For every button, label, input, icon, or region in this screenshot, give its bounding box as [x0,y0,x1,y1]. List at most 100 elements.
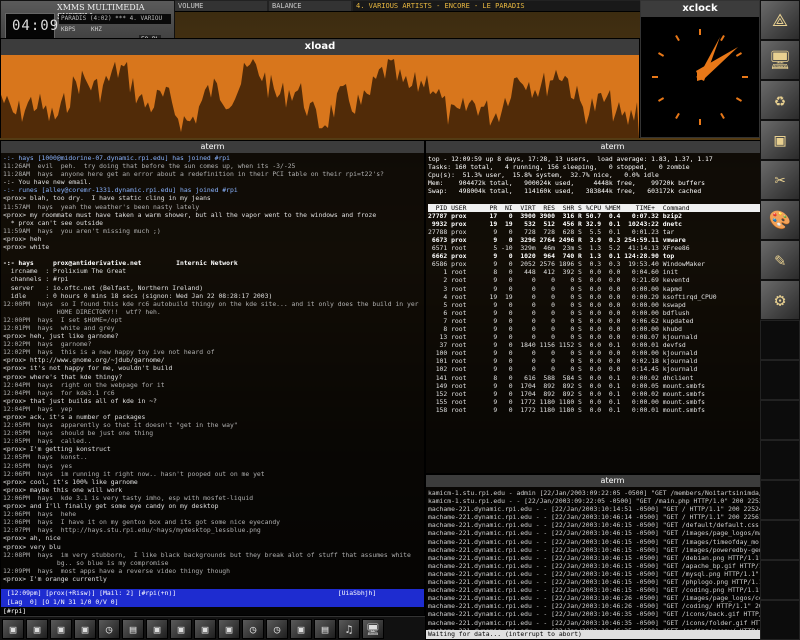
irc-line: <prox> my roommate must have taken a war… [3,210,377,219]
access-log-line: machame-221.dynamic.rpi.edu - - [22/Jan/… [428,561,797,570]
aterm-top-window[interactable]: aterm top - 12:09:59 up 8 days, 17:28, 1… [425,140,800,474]
irc-lag-bar: [Lag 0] [O 1/N 31 1/0 0/V 0] [1,598,424,607]
task-terminal-icon[interactable]: ▣ [218,619,240,639]
access-log-line: kamicm-1.stu.rpi.edu - admin [22/Jan/200… [428,489,797,497]
top-summary-line: Mem: 904472k total, 900024k used, 4448k … [428,179,706,188]
process-row: 5 root 9 0 0 0 0 S 0.0 0.0 0:00.00 kswap… [428,300,686,309]
task-media-icon[interactable]: ♫ [338,619,360,639]
access-log-line: machame-221.dynamic.rpi.edu - - [22/Jan/… [428,594,794,603]
irc-line: 12:05PM hays called.. [3,437,92,446]
aterm-log-window[interactable]: aterm kamicm-1.stu.rpi.edu - admin [22/J… [425,474,800,640]
xload-titlebar[interactable]: xload [1,39,639,55]
aterm-titlebar[interactable]: aterm [426,475,799,487]
process-row: 37 root 9 0 1840 1156 1152 S 0.0 0.1 0:0… [428,341,686,350]
xmms-time-display[interactable]: 04:09 [5,13,58,39]
xmms-track-name: PARADIS (4:02) *** 4. VARIOU [59,14,171,24]
irc-line: 12:01PM hays white and grey [3,323,115,332]
scissors-icon[interactable]: ✂ [760,160,800,200]
clock-face [652,29,748,125]
irc-line: <prox> it's not happy for me, wouldn't b… [3,364,173,373]
xmms-kbps: KBPS [61,26,76,33]
irc-line: 12:06PM hays hehe [3,510,77,519]
irc-line: 12:08PM hays im very stubborn, I like bl… [3,550,411,559]
empty-dock-slot [760,400,800,440]
aterm-titlebar[interactable]: aterm [426,141,799,153]
aterm-irc-window[interactable]: aterm -:- hays [1000@midorine-07.dynamic… [0,140,425,616]
access-log-line: machame-221.dynamic.rpi.edu - - [22/Jan/… [428,602,797,611]
process-row: 6586 prox 9 0 2052 2576 1896 S 0.3 0.3 1… [428,260,706,269]
irc-line: -:- You have new email. [3,178,92,187]
palette-icon[interactable]: 🎨 [760,200,800,240]
irc-line: 12:06PM hays I have it on my gentoo box … [3,518,281,527]
process-row: 3 root 9 0 0 0 0 S 0.0 0.0 0:00.00 kapmd [428,284,682,293]
xload-graph [1,55,639,138]
editor-icon[interactable]: ✎ [760,240,800,280]
process-row: 158 root 9 0 1772 1180 1180 S 0.0 0.1 0:… [428,405,706,414]
access-log-line: machame-221.dynamic.rpi.edu - - [22/Jan/… [428,578,797,587]
task-clock-icon[interactable]: ◷ [98,619,120,639]
irc-input-line[interactable]: [#rpi] [1,607,424,615]
xmms-status-strip: VOLUME BALANCE 4. VARIOUS ARTISTS - ENCO… [175,0,640,12]
top-summary-line: Swap: 498004k total, 114160k used, 38384… [428,187,702,196]
process-row: 149 root 9 0 1704 892 892 S 0.0 0.1 0:00… [428,381,706,390]
task-terminal-icon[interactable]: ▣ [170,619,192,639]
volume-slider[interactable]: VOLUME [175,1,267,11]
network-icon[interactable]: ⚙ [760,280,800,320]
irc-line: 12:02PM hays this is a new happy toy ive… [3,348,215,357]
task-terminal-icon[interactable]: ▣ [146,619,168,639]
irc-line: <prox> very blu [3,542,61,551]
irc-line: -:- hays [1000@midorine-07.dynamic.rpi.e… [3,154,231,162]
balance-slider[interactable]: BALANCE [269,1,351,11]
windowmaker-logo-icon[interactable]: ⟁ [760,0,800,40]
task-monitor-icon[interactable]: ▤ [122,619,144,639]
task-clock-icon[interactable]: ◷ [242,619,264,639]
irc-line: <prox> and I'll finally get some eye can… [3,502,219,511]
irc-line: 12:05PM hays should be just one thing [3,429,154,438]
irc-line: 12:07PM hays http://hays.stu.rpi.edu/~ha… [3,526,261,535]
irc-line: 12:06PM hays kde 3.1 is very tasty imho,… [3,493,254,502]
task-terminal-icon[interactable]: ▣ [74,619,96,639]
xload-window[interactable]: xload [0,38,640,138]
task-monitor-icon[interactable]: ▤ [314,619,336,639]
access-log-line: machame-221.dynamic.rpi.edu - - [22/Jan/… [428,553,797,562]
irc-line: 12:05PM hays yes [3,461,73,470]
tick-4 [735,97,743,102]
aterm-titlebar[interactable]: aterm [1,141,424,153]
empty-dock-slot [760,600,800,640]
xmms-time: 04:09 [12,18,60,34]
recycle-icon[interactable]: ♻ [760,80,800,120]
access-log-line: machame-221.dynamic.rpi.edu - - [22/Jan/… [428,529,797,538]
access-log-line: machame-221.dynamic.rpi.edu - - [22/Jan/… [428,569,794,578]
irc-line: <prox> white [3,243,50,252]
xclock-window[interactable]: xclock [640,0,760,138]
irc-line: <prox> ack, it's a number of packages [3,413,146,421]
irc-line: 12:06PM hays im running it right now.. h… [3,469,265,478]
access-log-line: machame-221.dynamic.rpi.edu - - [22/Jan/… [428,610,794,619]
irc-line: 12:04PM hays right on the webpage for it [3,380,165,389]
computer-icon[interactable]: 🖥 [760,40,800,80]
task-terminal-icon[interactable]: ▣ [194,619,216,639]
irc-line: 12:00PM hays so I found this kde rc6 aut… [3,299,419,308]
top-column-header: PID USER PR NI VIRT RES SHR S %CPU %MEM … [428,203,797,212]
task-clock-icon[interactable]: ◷ [266,619,288,639]
empty-dock-slot [760,360,800,400]
terminal-icon[interactable]: ▣ [760,120,800,160]
irc-line: <prox> heh, just like garnome? [3,332,119,341]
empty-dock-slot [760,440,800,480]
tick-2 [735,52,743,57]
top-output[interactable]: top - 12:09:59 up 8 days, 17:28, 13 user… [428,155,797,473]
empty-dock-slot [760,320,800,360]
task-computer-icon[interactable]: 🖥 [362,619,384,639]
irc-line: 12:04PM hays yep [3,404,73,413]
irc-line: 11:28AM hays anyone here get an error ab… [3,170,384,179]
irc-scrollback[interactable]: -:- hays [1000@midorine-07.dynamic.rpi.e… [3,154,422,588]
xclock-titlebar[interactable]: xclock [641,1,759,17]
task-terminal-icon[interactable]: ▣ [26,619,48,639]
access-log-output[interactable]: kamicm-1.stu.rpi.edu - admin [22/Jan/200… [428,489,797,631]
task-terminal-icon[interactable]: ▣ [2,619,24,639]
irc-line: <prox> I'm getting konstruct [3,445,111,454]
access-log-line: machame-221.dynamic.rpi.edu - - [22/Jan/… [428,545,797,554]
task-terminal-icon[interactable]: ▣ [50,619,72,639]
task-terminal-icon[interactable]: ▣ [290,619,312,639]
top-summary-line: Tasks: 160 total, 4 running, 156 sleepin… [428,163,690,172]
